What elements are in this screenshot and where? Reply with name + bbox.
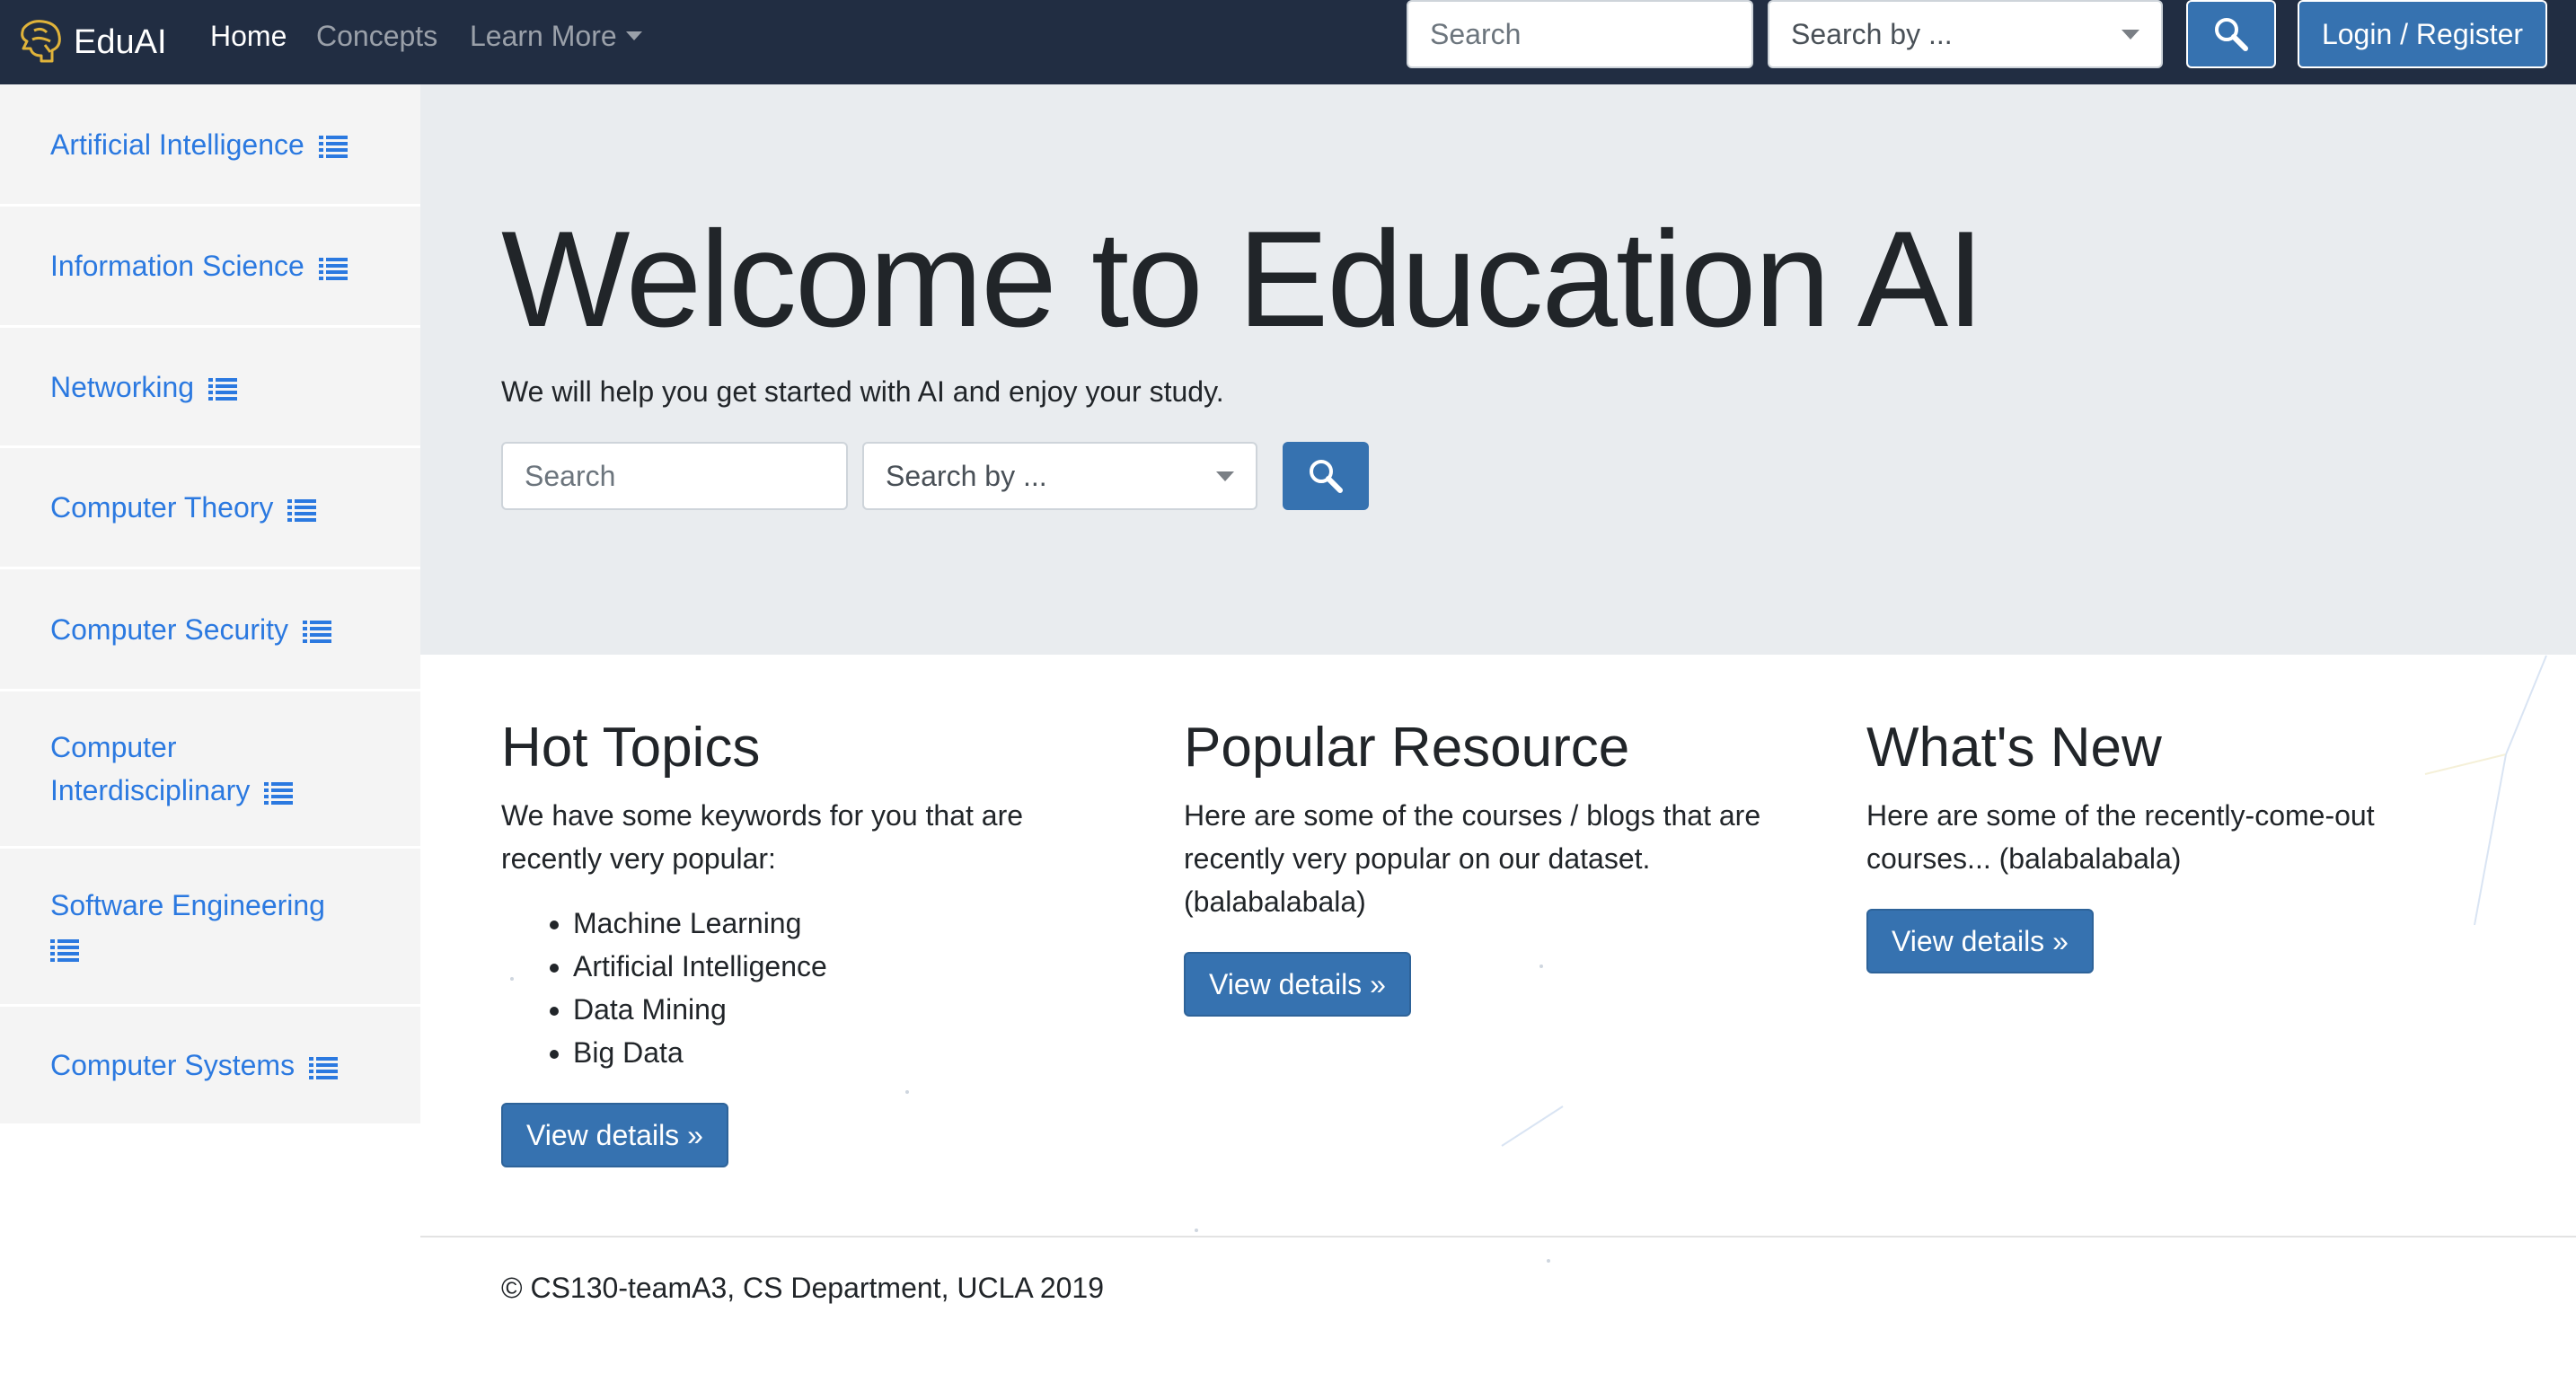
popular-resource-column: Popular Resource Here are some of the co…	[1184, 709, 1804, 1017]
whats-new-column: What's New Here are some of the recently…	[1866, 709, 2459, 973]
caret-down-icon	[2122, 29, 2139, 40]
navbar-search-input[interactable]	[1407, 0, 1753, 68]
category-sidebar: Artificial Intelligence Information Scie…	[0, 84, 420, 1126]
nav-learn-more-dropdown[interactable]: Learn More	[470, 18, 642, 54]
hero-jumbotron: Welcome to Education AI We will help you…	[420, 84, 2576, 655]
sidebar-item-label: Artificial Intelligence	[50, 128, 304, 161]
sidebar-item-label: Software Engineering	[50, 888, 325, 921]
brand-name: EduAI	[74, 22, 167, 61]
sidebar-item-label: Information Science	[50, 250, 304, 282]
sidebar-item-computer-security[interactable]: Computer Security	[0, 569, 420, 691]
caret-down-icon	[625, 31, 642, 40]
hero-search-input[interactable]	[501, 442, 848, 510]
list-icon	[318, 257, 348, 280]
list-item: Data Mining	[573, 988, 1094, 1031]
nav-learn-more-label: Learn More	[470, 20, 617, 52]
brand-link[interactable]: EduAI	[14, 7, 167, 77]
sidebar-item-label: Computer Theory	[50, 491, 274, 524]
navbar-search-by-value: Search by ...	[1791, 17, 1953, 50]
list-icon	[287, 498, 317, 522]
caret-down-icon	[1216, 471, 1234, 481]
sidebar-item-information-science[interactable]: Information Science	[0, 207, 420, 328]
navbar-search-button[interactable]	[2186, 0, 2276, 68]
nav-concepts-link[interactable]: Concepts	[316, 18, 437, 54]
hero-title: Welcome to Education AI	[501, 203, 1984, 356]
footer-copyright: © CS130-teamA3, CS Department, UCLA 2019	[501, 1272, 1105, 1304]
brain-logo-icon	[21, 20, 61, 63]
hot-topics-text: We have some keywords for you that are r…	[501, 799, 1024, 875]
sidebar-item-computer-theory[interactable]: Computer Theory	[0, 448, 420, 569]
list-item: Machine Learning	[573, 902, 1094, 945]
login-register-button[interactable]: Login / Register	[2298, 0, 2547, 68]
sidebar-item-computer-interdisciplinary[interactable]: Computer Interdisciplinary	[0, 691, 420, 849]
magnifier-icon	[1310, 460, 1343, 493]
sidebar-item-artificial-intelligence[interactable]: Artificial Intelligence	[0, 84, 420, 207]
list-icon	[50, 939, 79, 963]
hot-topics-list: Machine Learning Artificial Intelligence…	[501, 902, 1094, 1074]
list-item: Big Data	[573, 1031, 1094, 1074]
hot-topics-heading: Hot Topics	[501, 717, 761, 779]
hero-subtitle: We will help you get started with AI and…	[501, 375, 1224, 408]
hero-search-button[interactable]	[1283, 442, 1369, 510]
sidebar-item-networking[interactable]: Networking	[0, 328, 420, 448]
hot-topics-column: Hot Topics We have some keywords for you…	[501, 709, 1094, 1167]
popular-resource-text: Here are some of the courses / blogs tha…	[1184, 799, 1761, 918]
popular-resource-heading: Popular Resource	[1184, 717, 1630, 779]
top-navbar: EduAI Home Concepts Learn More Search by…	[0, 0, 2576, 84]
magnifier-icon	[2215, 18, 2248, 51]
popular-resource-view-details-button[interactable]: View details »	[1184, 952, 1411, 1017]
whats-new-text: Here are some of the recently-come-out c…	[1866, 799, 2375, 875]
list-icon	[318, 136, 348, 159]
sidebar-item-software-engineering[interactable]: Software Engineering	[0, 849, 420, 1007]
sidebar-item-label: Computer Interdisciplinary	[50, 731, 251, 806]
sidebar-item-label: Networking	[50, 370, 195, 403]
hero-search-by-value: Search by ...	[886, 459, 1047, 492]
sidebar-item-computer-systems[interactable]: Computer Systems	[0, 1007, 420, 1126]
list-icon	[264, 781, 294, 805]
whats-new-view-details-button[interactable]: View details »	[1866, 909, 2094, 973]
list-icon	[309, 1056, 339, 1079]
sidebar-item-label: Computer Security	[50, 612, 288, 646]
footer-divider	[420, 1236, 2576, 1237]
sidebar-item-label: Computer Systems	[50, 1049, 296, 1081]
list-icon	[208, 378, 238, 401]
hot-topics-view-details-button[interactable]: View details »	[501, 1103, 728, 1167]
list-icon	[302, 621, 331, 644]
navbar-search-by-select[interactable]: Search by ...	[1768, 0, 2163, 68]
hero-search-by-select[interactable]: Search by ...	[862, 442, 1257, 510]
nav-home-link[interactable]: Home	[210, 18, 287, 54]
whats-new-heading: What's New	[1866, 717, 2162, 779]
list-item: Artificial Intelligence	[573, 945, 1094, 988]
